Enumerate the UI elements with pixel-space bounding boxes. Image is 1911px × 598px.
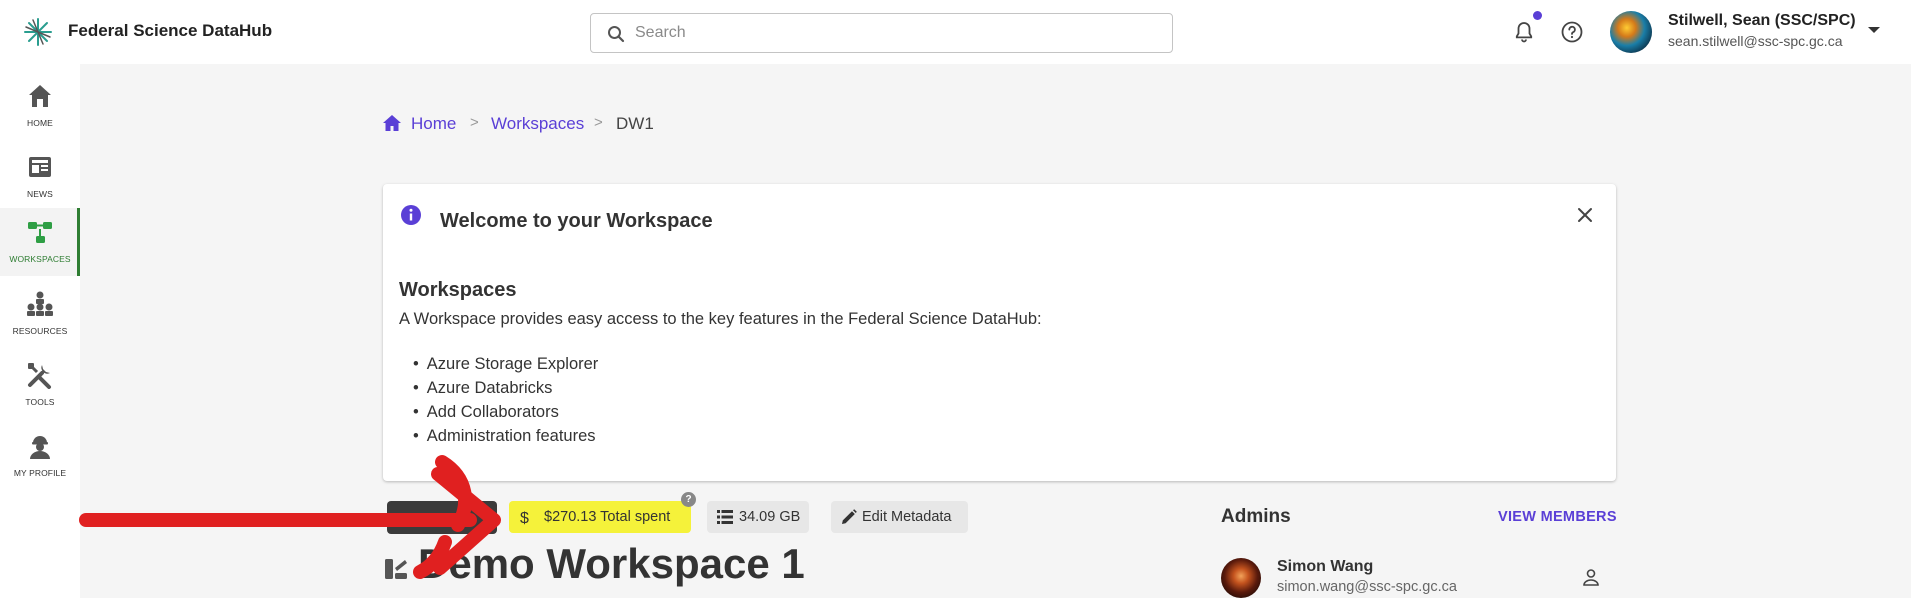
- user-name: Stilwell, Sean (SSC/SPC): [1668, 12, 1856, 29]
- admin-name: Simon Wang: [1277, 558, 1374, 575]
- home-icon[interactable]: [382, 113, 402, 133]
- notification-badge: [1533, 11, 1542, 20]
- top-app-bar: Federal Science DataHub Stilwell, Sean (…: [0, 0, 1911, 64]
- workspace-status-button[interactable]: [387, 501, 497, 534]
- sidebar-item-label: NEWS: [27, 189, 53, 199]
- admins-heading: Admins: [1221, 506, 1291, 527]
- sidebar-item-label: WORKSPACES: [9, 254, 71, 264]
- welcome-card-title: Welcome to your Workspace: [440, 210, 713, 232]
- storage-chip[interactable]: 34.09 GB: [707, 501, 809, 533]
- sidebar-item-label: HOME: [27, 118, 53, 128]
- info-icon: [401, 205, 421, 225]
- chevron-down-icon[interactable]: [1868, 27, 1880, 33]
- avatar: [1221, 558, 1261, 598]
- sidebar-item-news[interactable]: NEWS: [0, 143, 80, 211]
- profile-icon: [30, 436, 50, 459]
- edit-metadata-label: Edit Metadata: [862, 509, 952, 525]
- welcome-card-heading: Workspaces: [399, 279, 517, 301]
- person-icon[interactable]: [1582, 568, 1600, 586]
- home-icon: [29, 85, 51, 107]
- list-item: Administration features: [413, 424, 598, 448]
- newspaper-icon: [29, 157, 51, 177]
- search-box[interactable]: [590, 13, 1173, 53]
- tools-icon: [28, 363, 51, 389]
- breadcrumb-workspaces-link[interactable]: Workspaces: [491, 114, 584, 134]
- app-logo-icon[interactable]: [22, 16, 54, 48]
- sidebar-item-resources[interactable]: RESOURCES: [0, 280, 80, 348]
- breadcrumb-separator: >: [594, 114, 603, 131]
- list-item: Azure Databricks: [413, 376, 598, 400]
- search-icon: [608, 26, 625, 43]
- feature-list: Azure Storage Explorer Azure Databricks …: [413, 352, 599, 448]
- sidebar-item-home[interactable]: HOME: [0, 72, 80, 140]
- breadcrumb-current: DW1: [616, 114, 654, 133]
- total-spent-chip[interactable]: $ $270.13 Total spent: [509, 501, 691, 533]
- sidebar-item-label: MY PROFILE: [13, 468, 67, 478]
- sidebar-item-label: TOOLS: [25, 397, 55, 407]
- storage-label: 34.09 GB: [739, 509, 801, 525]
- sidebar-item-label: RESOURCES: [12, 326, 68, 336]
- help-icon[interactable]: [1560, 20, 1584, 44]
- user-avatar[interactable]: [1610, 11, 1652, 53]
- pencil-icon: [842, 509, 857, 524]
- workspaces-icon: [28, 222, 52, 243]
- welcome-card: Welcome to your Workspace Workspaces A W…: [383, 184, 1616, 481]
- breadcrumb-home-link[interactable]: Home: [411, 114, 456, 134]
- admin-email: simon.wang@ssc-spc.gc.ca: [1277, 579, 1457, 595]
- search-input[interactable]: [635, 20, 1155, 46]
- app-title[interactable]: Federal Science DataHub: [68, 21, 272, 41]
- notifications-bell-icon[interactable]: [1512, 20, 1536, 44]
- close-icon[interactable]: [1574, 204, 1596, 226]
- resources-icon: [27, 291, 53, 316]
- user-email: sean.stilwell@ssc-spc.gc.ca: [1668, 33, 1843, 49]
- total-spent-label: $270.13 Total spent: [544, 509, 671, 525]
- view-members-link[interactable]: VIEW MEMBERS: [1498, 509, 1617, 525]
- welcome-card-description: A Workspace provides easy access to the …: [399, 310, 1042, 328]
- breadcrumb-separator: >: [470, 114, 479, 131]
- help-badge-icon[interactable]: ?: [681, 492, 696, 507]
- sidebar-nav: HOME NEWS WORKSPACES RESOURCES TOOLS MY …: [0, 64, 80, 598]
- sidebar-item-tools[interactable]: TOOLS: [0, 351, 80, 419]
- workspace-icon: [385, 559, 407, 579]
- svg-text:$: $: [520, 510, 529, 525]
- sidebar-item-my-profile[interactable]: MY PROFILE: [0, 422, 80, 490]
- dollar-icon: $: [520, 510, 529, 525]
- workspace-title: Demo Workspace 1: [418, 540, 805, 587]
- list-item: Add Collaborators: [413, 400, 598, 424]
- sidebar-item-workspaces[interactable]: WORKSPACES: [0, 208, 80, 276]
- storage-list-icon: [717, 510, 733, 524]
- list-item: Azure Storage Explorer: [413, 352, 599, 376]
- edit-metadata-button[interactable]: Edit Metadata: [831, 501, 968, 533]
